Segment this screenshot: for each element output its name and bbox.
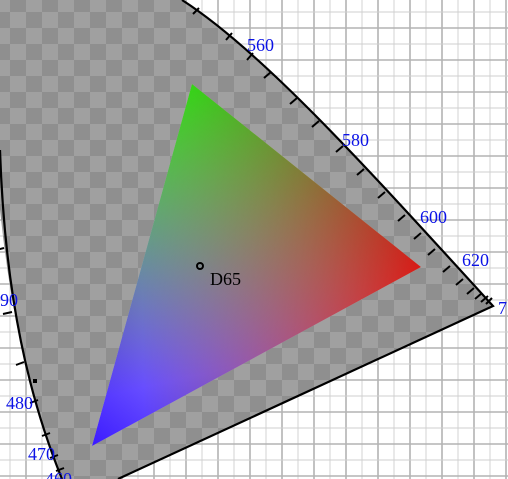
chromaticity-diagram: D65 560 580 600 620 7 90 480 470 460: [0, 0, 508, 479]
wavelength-label-460: 460: [45, 469, 72, 479]
wavelength-label-470: 470: [28, 444, 55, 464]
wavelength-label-600: 600: [420, 207, 447, 227]
locus-point-marker: [33, 379, 37, 383]
wavelength-label-490: 90: [0, 290, 18, 310]
wavelength-label-580: 580: [342, 130, 369, 150]
whitepoint-label: D65: [210, 269, 241, 289]
wavelength-label-700: 7: [498, 298, 507, 318]
wavelength-label-480: 480: [6, 393, 33, 413]
wavelength-label-560: 560: [247, 35, 274, 55]
wavelength-label-620: 620: [462, 250, 489, 270]
